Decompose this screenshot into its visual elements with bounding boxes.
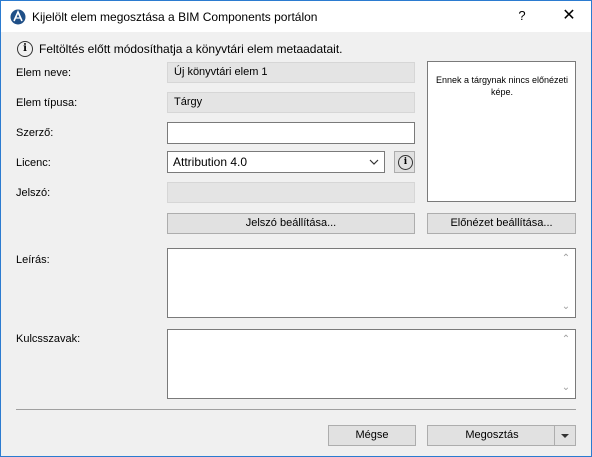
- cancel-button[interactable]: Mégse: [328, 425, 416, 446]
- title-bar: Kijelölt elem megosztása a BIM Component…: [1, 1, 591, 32]
- element-name-label: Elem neve:: [16, 67, 72, 79]
- description-label: Leírás:: [16, 254, 50, 266]
- preview-placeholder-text: Ennek a tárgynak nincs előnézeti képe.: [435, 75, 569, 97]
- share-options-dropdown[interactable]: [554, 426, 575, 445]
- description-textarea[interactable]: ⌃ ⌄: [167, 248, 576, 318]
- scroll-up-icon[interactable]: ⌃: [561, 335, 571, 345]
- element-type-value: Tárgy: [174, 96, 203, 108]
- chevron-down-icon: [369, 159, 379, 165]
- password-label: Jelszó:: [16, 187, 51, 199]
- license-info-button[interactable]: i: [394, 151, 415, 173]
- archicad-icon: [10, 9, 26, 25]
- keywords-textarea[interactable]: ⌃ ⌄: [167, 329, 576, 399]
- share-dialog: Kijelölt elem megosztása a BIM Component…: [0, 0, 592, 457]
- element-name-value: Új könyvtári elem 1: [174, 66, 268, 78]
- scroll-down-icon[interactable]: ⌄: [561, 302, 571, 312]
- scroll-up-icon[interactable]: ⌃: [561, 254, 571, 264]
- element-type-field: Tárgy: [167, 92, 415, 113]
- preview-box: Ennek a tárgynak nincs előnézeti képe.: [427, 61, 576, 202]
- share-button-label: Megosztás: [465, 429, 519, 441]
- footer-divider: [16, 409, 576, 410]
- set-password-button[interactable]: Jelszó beállítása...: [167, 213, 415, 234]
- close-button[interactable]: ✕: [551, 2, 587, 30]
- license-select[interactable]: Attribution 4.0: [167, 151, 385, 173]
- password-field: [167, 182, 415, 203]
- author-label: Szerző:: [16, 127, 54, 139]
- license-value: Attribution 4.0: [173, 155, 248, 169]
- share-button[interactable]: Megosztás: [427, 425, 576, 446]
- window-title: Kijelölt elem megosztása a BIM Component…: [32, 10, 318, 24]
- element-type-label: Elem típusa:: [16, 97, 78, 109]
- scroll-down-icon[interactable]: ⌄: [561, 383, 571, 393]
- license-label: Licenc:: [16, 157, 51, 169]
- author-input[interactable]: [167, 122, 415, 144]
- element-name-field: Új könyvtári elem 1: [167, 62, 415, 83]
- info-icon: i: [398, 155, 413, 170]
- info-text: Feltöltés előtt módosíthatja a könyvtári…: [39, 42, 343, 56]
- set-preview-button[interactable]: Előnézet beállítása...: [427, 213, 576, 234]
- caret-down-icon: [561, 434, 569, 438]
- help-button[interactable]: ?: [507, 2, 537, 30]
- info-icon: i: [17, 41, 33, 57]
- keywords-label: Kulcsszavak:: [16, 333, 81, 345]
